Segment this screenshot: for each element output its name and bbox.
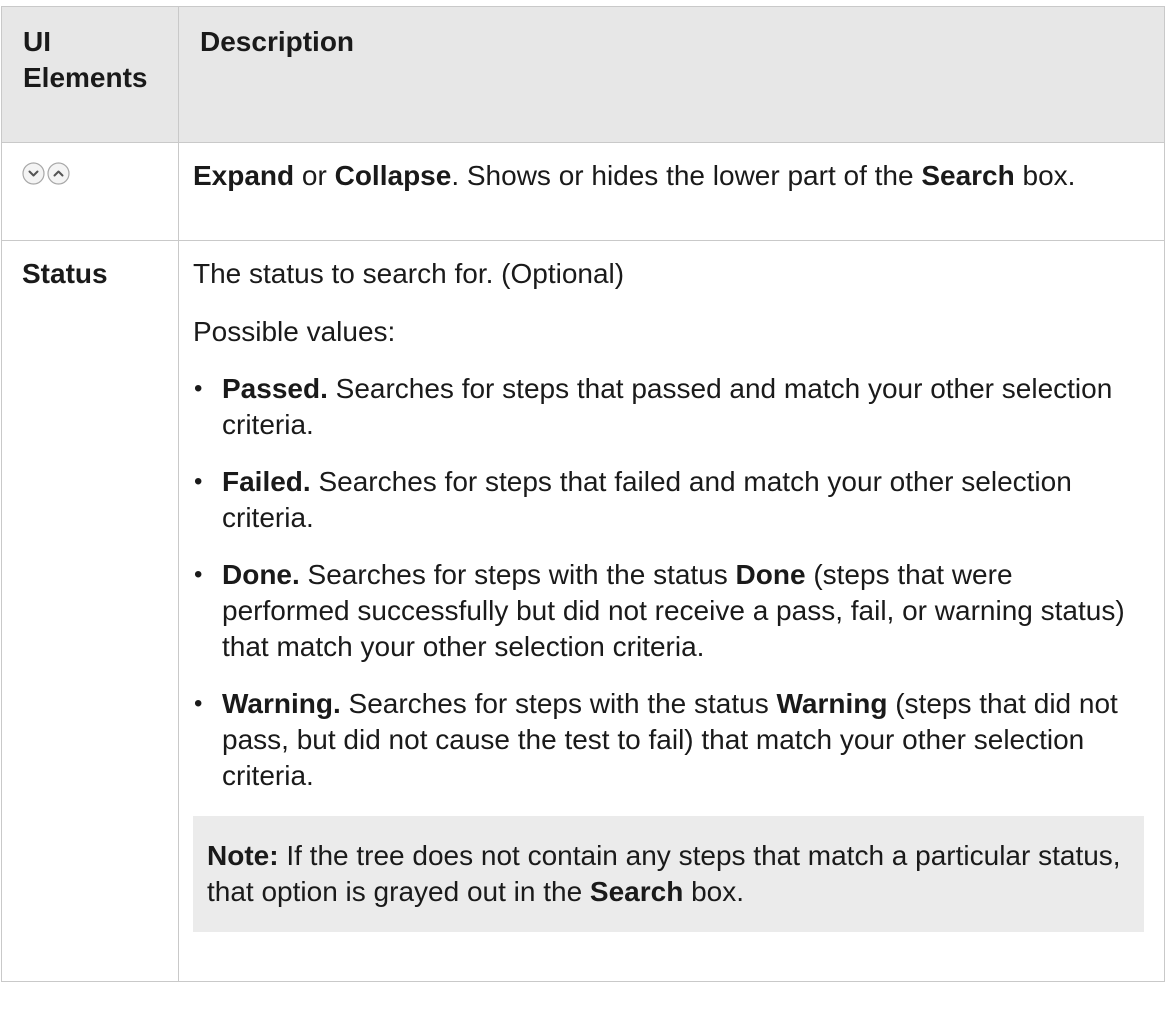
table-row-status: Status The status to search for. (Option… [1, 240, 1165, 982]
collapse-term: Collapse [334, 160, 452, 191]
expand-icon [22, 162, 45, 185]
list-item-failed: • Failed. Searches for steps that failed … [194, 466, 1072, 533]
note-box: Note: If the tree does not contain any s… [193, 816, 1144, 932]
bullet: • [194, 561, 203, 588]
bullet: • [194, 468, 203, 495]
header-description: Description [178, 6, 1165, 143]
status-label: Status [22, 258, 108, 289]
expand-description: Expand or Collapse. Shows or hides the l… [193, 160, 1076, 191]
note-label: Note: [207, 840, 279, 871]
list-item-passed: • Passed. Searches for steps that passed … [194, 373, 1113, 440]
header-elements: Elements [23, 62, 148, 93]
table-row-expand-collapse: Expand or Collapse. Shows or hides the l… [1, 142, 1165, 241]
bullet: • [194, 690, 203, 717]
expand-collapse-icons [22, 162, 70, 185]
ui-element-cell [1, 142, 179, 241]
list-item-warning: • Warning. Searches for steps with the st… [194, 688, 1118, 791]
header-description-label: Description [200, 26, 355, 57]
possible-values-label: Possible values: [193, 316, 396, 347]
collapse-icon [47, 162, 70, 185]
status-values-list: • Passed. Searches for steps that passed … [193, 371, 1144, 794]
search-term: Search [589, 876, 684, 907]
list-item-done: • Done. Searches for steps with the statu… [194, 559, 1125, 662]
search-term: Search [921, 160, 1015, 191]
expand-term: Expand [193, 160, 295, 191]
description-cell: The status to search for. (Optional) Pos… [178, 240, 1165, 982]
ui-element-cell: Status [1, 240, 179, 982]
ui-elements-table: UI Elements Description Expand or Collap… [1, 6, 1165, 982]
status-intro: The status to search for. (Optional) [193, 258, 625, 289]
header-ui: UI [23, 26, 51, 57]
header-row: UI Elements Description [1, 6, 1165, 143]
description-cell: Expand or Collapse. Shows or hides the l… [178, 142, 1165, 241]
header-ui-elements: UI Elements [1, 6, 179, 143]
bullet: • [194, 375, 203, 402]
